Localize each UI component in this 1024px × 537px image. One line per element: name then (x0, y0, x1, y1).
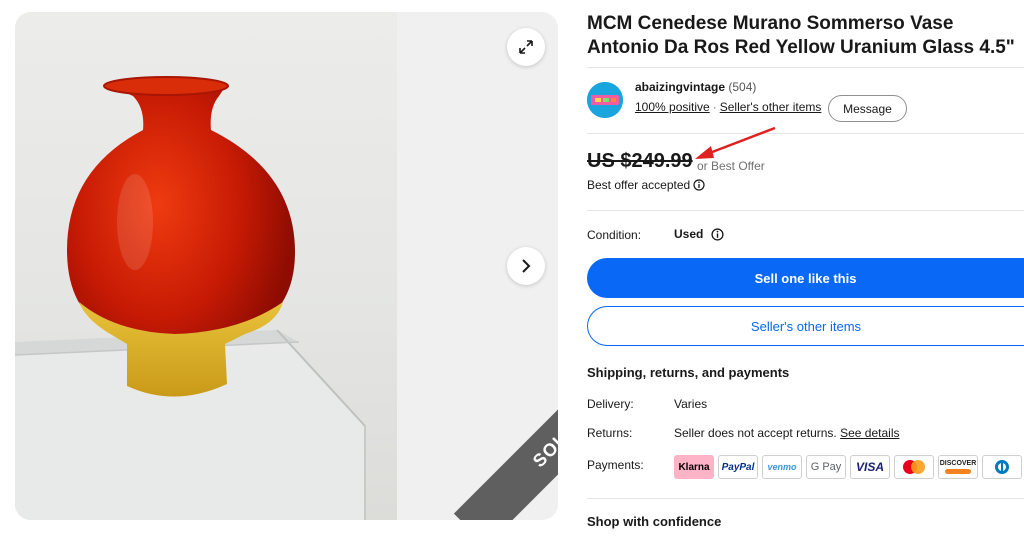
discover-icon: DISCOVER (938, 455, 978, 479)
item-title: MCM Cenedese Murano Sommerso Vase Antoni… (587, 13, 1015, 58)
seller-avatar[interactable] (587, 82, 623, 118)
seller-name[interactable]: abaizingvintage (635, 80, 725, 94)
shipping-heading: Shipping, returns, and payments (587, 365, 790, 380)
offer-accepted-label: Best offer accepted (587, 178, 691, 192)
divider (587, 67, 1024, 68)
best-offer-label: or Best Offer (697, 159, 765, 173)
paypal-icon: PayPal (718, 455, 758, 479)
price: US $249.99 (587, 150, 693, 172)
divider (587, 210, 1024, 211)
confidence-heading: Shop with confidence (587, 514, 722, 529)
positive-feedback-link[interactable]: 100% positive (635, 100, 710, 114)
discover-label: DISCOVER (939, 460, 977, 467)
returns-details-link[interactable]: See details (840, 426, 899, 440)
product-photo[interactable] (15, 12, 397, 520)
returns-label: Returns: (587, 426, 633, 440)
condition-value: Used (674, 227, 704, 241)
vase-illustration (15, 76, 366, 520)
seller-logo-icon (587, 82, 623, 118)
sell-one-like-this-button[interactable]: Sell one like this (587, 258, 1024, 298)
separator: · (712, 100, 717, 114)
seller-other-items-link[interactable]: Seller's other items (720, 100, 822, 114)
expand-icon (519, 40, 533, 54)
payments-label: Payments: (587, 458, 644, 472)
next-image-button[interactable] (507, 247, 545, 285)
divider (587, 133, 1024, 134)
condition-value-row: Used (674, 227, 724, 241)
visa-icon: VISA (850, 455, 890, 479)
delivery-value: Varies (674, 397, 708, 411)
google-pay-icon: G Pay (806, 455, 846, 479)
seller-links: 100% positive · Seller's other items (635, 100, 821, 114)
returns-value-row: Seller does not accept returns. See deta… (674, 426, 899, 440)
chevron-right-icon (522, 259, 531, 273)
message-button[interactable]: Message (828, 95, 907, 122)
payment-methods: Klarna PayPal venmo G Pay VISA DISCOVER (674, 455, 1022, 479)
sold-label: SOLD (528, 418, 558, 471)
image-gallery: SOLD (15, 12, 558, 520)
seller-name-row: abaizingvintage (504) (635, 80, 756, 94)
expand-button[interactable] (507, 28, 545, 66)
delivery-label: Delivery: (587, 397, 634, 411)
condition-label: Condition: (587, 228, 642, 242)
klarna-icon: Klarna (674, 455, 714, 479)
seller-other-items-button[interactable]: Seller's other items (587, 306, 1024, 346)
mastercard-icon (894, 455, 934, 479)
info-icon[interactable] (711, 227, 724, 241)
divider (587, 498, 1024, 499)
info-icon[interactable] (693, 179, 705, 191)
venmo-icon: venmo (762, 455, 802, 479)
diners-club-icon (982, 455, 1022, 479)
offer-accepted-row: Best offer accepted (587, 178, 705, 192)
returns-value: Seller does not accept returns. (674, 426, 837, 440)
sold-banner: SOLD (453, 343, 558, 520)
seller-feedback-count: (504) (728, 80, 757, 94)
